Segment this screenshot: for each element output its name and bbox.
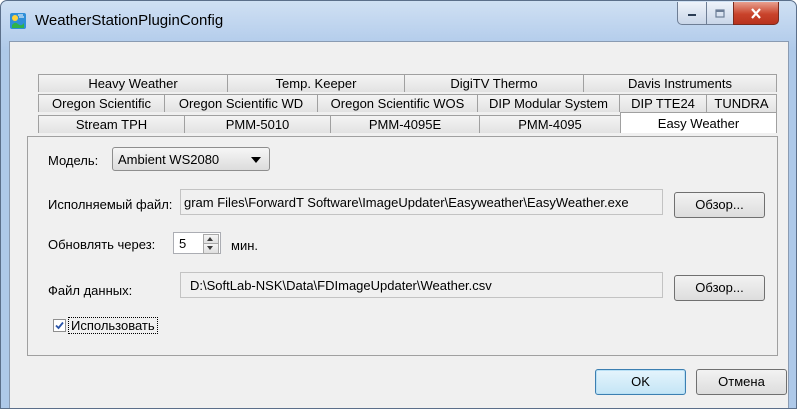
tab-tundra[interactable]: TUNDRA (706, 94, 777, 112)
arrow-down-icon (207, 246, 213, 250)
ok-button[interactable]: OK (595, 369, 686, 395)
tab-digitv-thermo[interactable]: DigiTV Thermo (404, 74, 583, 92)
tab-dip-tte24[interactable]: DIP TTE24 (619, 94, 706, 112)
data-file-value: D:\SoftLab-NSK\Data\FDImageUpdater\Weath… (190, 278, 492, 293)
tab-easy-weather[interactable]: Easy Weather (620, 112, 777, 133)
model-label: Модель: (48, 153, 99, 168)
title-bar[interactable]: WeatherStationPluginConfig (1, 1, 796, 41)
tab-oregon-scientific-wd[interactable]: Oregon Scientific WD (164, 94, 317, 112)
tab-row-1: Heavy Weather Temp. Keeper DigiTV Thermo… (38, 74, 777, 92)
close-icon (751, 7, 761, 19)
tab-oregon-scientific[interactable]: Oregon Scientific (38, 94, 164, 112)
tab-dip-modular-system[interactable]: DIP Modular System (477, 94, 619, 112)
arrow-up-icon (207, 237, 213, 241)
chevron-down-icon (251, 157, 261, 163)
tab-pmm-5010[interactable]: PMM-5010 (184, 115, 330, 133)
update-interval-unit: мин. (231, 238, 258, 253)
tab-davis-instruments[interactable]: Davis Instruments (583, 74, 777, 92)
data-file-label: Файл данных: (48, 283, 133, 298)
model-select[interactable]: Ambient WS2080 (112, 147, 270, 171)
update-interval-label: Обновлять через: (48, 237, 156, 252)
check-icon (55, 321, 64, 330)
spin-down-button[interactable] (203, 243, 219, 254)
browse-executable-button[interactable]: Обзор... (674, 192, 765, 218)
update-interval-spinner[interactable]: 5 (173, 232, 221, 254)
tab-row-2: Oregon Scientific Oregon Scientific WD O… (38, 94, 777, 112)
window-title: WeatherStationPluginConfig (35, 12, 224, 29)
tab-oregon-scientific-wos[interactable]: Oregon Scientific WOS (317, 94, 477, 112)
model-select-value: Ambient WS2080 (118, 152, 220, 167)
tab-pmm-4095[interactable]: PMM-4095 (479, 115, 620, 133)
tab-row-3: Stream TPH PMM-5010 PMM-4095E PMM-4095 E… (38, 112, 777, 133)
executable-path-field[interactable]: gram Files\ForwardT Software\ImageUpdate… (180, 189, 663, 215)
weather-station-icon (10, 13, 26, 29)
cancel-button[interactable]: Отмена (696, 369, 787, 395)
executable-label: Исполняемый файл: (48, 197, 173, 212)
use-checkbox[interactable] (53, 319, 66, 332)
executable-path-value: gram Files\ForwardT Software\ImageUpdate… (184, 195, 629, 210)
tab-temp-keeper[interactable]: Temp. Keeper (227, 74, 404, 92)
minimize-button[interactable] (677, 2, 707, 25)
tab-stream-tph[interactable]: Stream TPH (38, 115, 184, 133)
tab-pmm-4095e[interactable]: PMM-4095E (330, 115, 479, 133)
data-file-field[interactable]: D:\SoftLab-NSK\Data\FDImageUpdater\Weath… (180, 272, 663, 298)
browse-data-file-button[interactable]: Обзор... (674, 275, 765, 301)
tab-heavy-weather[interactable]: Heavy Weather (38, 74, 227, 92)
close-button[interactable] (733, 2, 779, 25)
maximize-button[interactable] (706, 2, 734, 25)
use-checkbox-label[interactable]: Использовать (68, 317, 158, 334)
minimize-icon (688, 14, 696, 16)
update-interval-value: 5 (179, 236, 187, 251)
maximize-icon (715, 8, 725, 18)
